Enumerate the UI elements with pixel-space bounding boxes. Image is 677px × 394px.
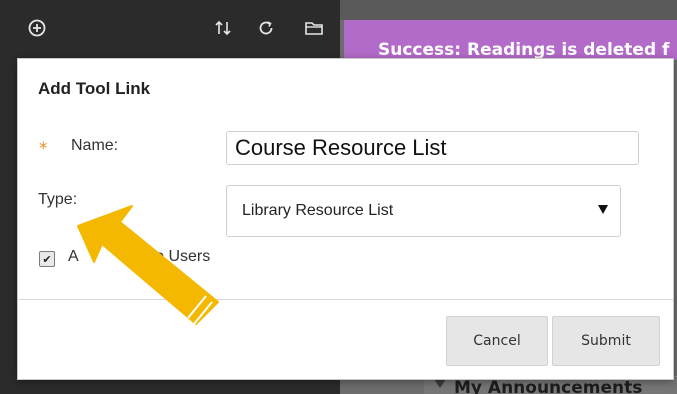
folder-icon[interactable]: [303, 17, 325, 39]
available-to-users-checkbox[interactable]: ✔: [39, 251, 55, 267]
dropdown-caret-icon: [598, 205, 608, 214]
name-label: Name:: [71, 137, 119, 154]
dialog-title: Add Tool Link: [38, 79, 151, 98]
refresh-icon[interactable]: [255, 17, 277, 39]
content-top-strip: [340, 0, 677, 20]
type-label: Type:: [38, 191, 78, 208]
checkmark-icon: ✔: [42, 252, 52, 266]
type-select[interactable]: Library Resource List: [226, 185, 621, 237]
add-tool-link-dialog: Add Tool Link * Name: Type: Library Reso…: [17, 58, 674, 380]
name-input[interactable]: [226, 131, 639, 165]
cancel-button[interactable]: Cancel: [446, 316, 548, 366]
required-marker: *: [39, 139, 48, 159]
submit-button[interactable]: Submit: [552, 316, 660, 366]
success-notice: Success: Readings is deleted f: [344, 20, 677, 60]
sort-icon[interactable]: [212, 17, 234, 39]
success-notice-text: Success: Readings is deleted f: [378, 40, 670, 60]
my-announcements-title: My Announcements: [454, 378, 643, 394]
available-to-users-label: Ato Users: [68, 248, 211, 265]
blackboard-screen: Success: Readings is deleted f My Announ…: [0, 0, 677, 394]
course-menu-toolbar: [0, 0, 340, 56]
add-circle-icon[interactable]: [26, 17, 48, 39]
dialog-divider: [18, 299, 673, 300]
collapse-caret-icon[interactable]: [434, 379, 446, 388]
type-select-value: Library Resource List: [242, 202, 394, 219]
